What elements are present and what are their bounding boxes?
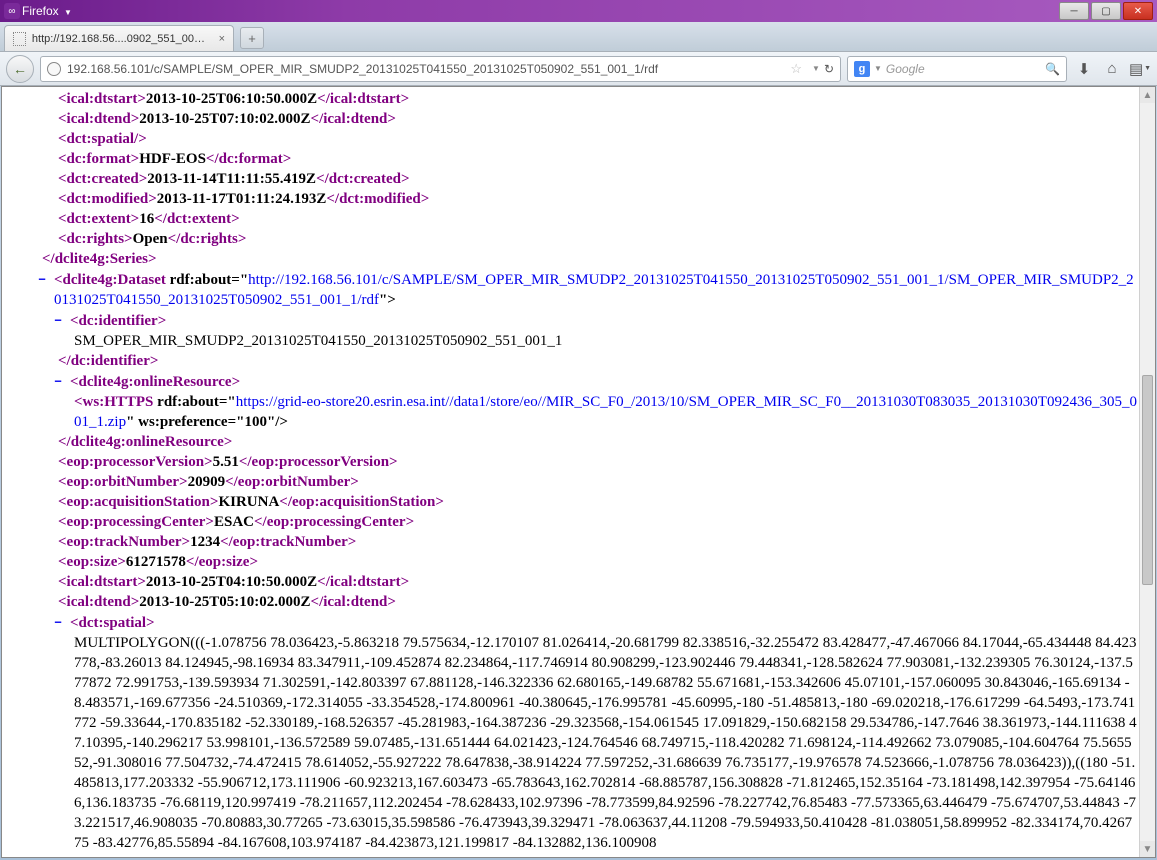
app-name-label: Firefox [22,4,59,18]
scroll-down-icon[interactable]: ▼ [1140,841,1155,857]
xml-line: <ical:dtend>2013-10-25T05:10:02.000Z</ic… [14,592,1139,612]
page-icon [13,32,26,46]
xml-line: <dc:rights>Open</dc:rights> [14,229,1139,249]
url-bar[interactable]: 192.168.56.101/c/SAMPLE/SM_OPER_MIR_SMUD… [40,56,841,82]
new-tab-button[interactable]: + [240,27,264,49]
collapse-toggle[interactable]: − [42,269,54,289]
globe-icon [47,62,61,76]
xml-line: <eop:processorVersion>5.51</eop:processo… [14,452,1139,472]
xml-line: <eop:orbitNumber>20909</eop:orbitNumber> [14,472,1139,492]
reload-icon[interactable]: ↻ [824,62,834,76]
xml-line: <eop:trackNumber>1234</eop:trackNumber> [14,532,1139,552]
home-icon: ⌂ [1107,60,1116,77]
home-button[interactable]: ⌂ [1101,58,1123,80]
back-button[interactable]: ← [6,55,34,83]
navigation-toolbar: ← 192.168.56.101/c/SAMPLE/SM_OPER_MIR_SM… [0,52,1157,86]
xml-line: <dct:spatial/> [14,129,1139,149]
xml-line: </dclite4g:Series> [14,249,1139,269]
vertical-scrollbar[interactable]: ▲ ▼ [1139,87,1155,857]
maximize-button[interactable]: ▢ [1091,2,1121,20]
bookmarks-icon: ▤ [1129,60,1143,78]
xml-line: <ical:dtstart>2013-10-25T06:10:50.000Z</… [14,89,1139,109]
search-bar[interactable]: g ▼ Google 🔍 [847,56,1067,82]
search-icon[interactable]: 🔍 [1045,62,1060,76]
xml-line: <dct:modified>2013-11-17T01:11:24.193Z</… [14,189,1139,209]
multipolygon-text: MULTIPOLYGON(((-1.078756 78.036423,-5.86… [14,633,1139,853]
xml-line: <ws:HTTPS rdf:about="https://grid-eo-sto… [14,392,1139,432]
xml-line: −<dc:identifier> [14,310,1139,331]
xml-document: <ical:dtstart>2013-10-25T06:10:50.000Z</… [2,87,1139,857]
firefox-icon: ∞ [4,3,20,19]
search-placeholder: Google [886,62,1045,76]
tab-close-icon[interactable]: × [219,33,225,45]
app-menu-button[interactable]: Firefox ▼ [22,4,72,18]
scrollbar-thumb[interactable] [1142,375,1153,585]
xml-line: <eop:size>61271578</eop:size> [14,552,1139,572]
tab-label: http://192.168.56....0902_551_001_1/rdf [32,33,211,45]
content-viewport: <ical:dtstart>2013-10-25T06:10:50.000Z</… [1,86,1156,858]
scroll-up-icon[interactable]: ▲ [1140,87,1155,103]
xml-line: </dclite4g:onlineResource> [14,432,1139,452]
chevron-down-icon: ▼ [64,8,72,17]
bookmark-star-icon[interactable]: ☆ [790,61,802,77]
xml-line: <eop:acquisitionStation>KIRUNA</eop:acqu… [14,492,1139,512]
chevron-down-icon[interactable]: ▼ [812,64,820,73]
collapse-toggle[interactable]: − [58,612,70,632]
xml-line: −<dclite4g:onlineResource> [14,371,1139,392]
xml-line: <dc:format>HDF-EOS</dc:format> [14,149,1139,169]
tab-active[interactable]: http://192.168.56....0902_551_001_1/rdf … [4,25,234,51]
xml-line: <dct:extent>16</dct:extent> [14,209,1139,229]
window-titlebar: ∞ Firefox ▼ ─ ▢ ✕ [0,0,1157,22]
collapse-toggle[interactable]: − [58,310,70,330]
close-button[interactable]: ✕ [1123,2,1153,20]
minimize-button[interactable]: ─ [1059,2,1089,20]
xml-line: </dc:identifier> [14,351,1139,371]
xml-line: <ical:dtstart>2013-10-25T04:10:50.000Z</… [14,572,1139,592]
xml-line: −<dct:spatial> [14,612,1139,633]
google-icon: g [854,61,870,77]
xml-line: <eop:processingCenter>ESAC</eop:processi… [14,512,1139,532]
chevron-down-icon[interactable]: ▼ [874,64,882,73]
downloads-button[interactable]: ⬇ [1073,58,1095,80]
tab-strip: http://192.168.56....0902_551_001_1/rdf … [0,22,1157,52]
arrow-left-icon: ← [13,61,27,77]
xml-line: −<dclite4g:Dataset rdf:about="http://192… [14,269,1139,310]
chevron-down-icon: ▼ [1144,65,1151,72]
download-icon: ⬇ [1078,60,1091,78]
xml-line: <ical:dtend>2013-10-25T07:10:02.000Z</ic… [14,109,1139,129]
bookmarks-menu-button[interactable]: ▤▼ [1129,58,1151,80]
url-text: 192.168.56.101/c/SAMPLE/SM_OPER_MIR_SMUD… [67,62,784,76]
xml-identifier-value: SM_OPER_MIR_SMUDP2_20131025T041550_20131… [14,331,1139,351]
collapse-toggle[interactable]: − [58,371,70,391]
xml-line: <dct:created>2013-11-14T11:11:55.419Z</d… [14,169,1139,189]
